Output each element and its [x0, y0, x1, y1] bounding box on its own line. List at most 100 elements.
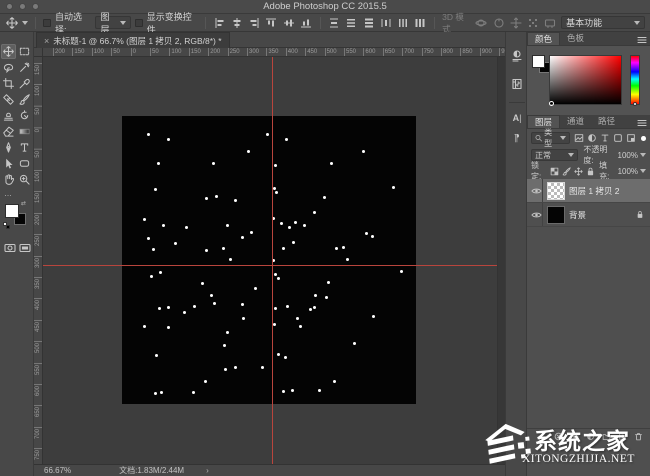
foreground-color-swatch[interactable] [5, 204, 19, 218]
layer-list-empty-area[interactable] [527, 227, 650, 428]
hand-tool[interactable] [1, 172, 16, 187]
history-brush-tool[interactable] [17, 108, 32, 123]
layer-row-selected[interactable]: 图层 1 拷贝 2 [527, 179, 650, 203]
zoom-level[interactable]: 66.67% [44, 466, 71, 475]
distribute-horizontal-centers-icon[interactable] [397, 16, 410, 29]
tool-preset-caret[interactable] [22, 20, 29, 25]
eraser-tool[interactable] [1, 124, 16, 139]
pen-tool[interactable] [1, 140, 16, 155]
adjustments-panel-icon[interactable] [509, 48, 525, 64]
workspace-value: 基本功能 [566, 18, 603, 28]
close-tab-icon[interactable]: × [44, 36, 49, 46]
color-foreground-swatch[interactable] [532, 55, 545, 68]
canvas-area[interactable] [43, 57, 497, 464]
screen-mode-button[interactable] [17, 240, 32, 255]
hue-slider-cursor[interactable] [633, 102, 637, 106]
tab-color[interactable]: 颜色 [527, 32, 561, 45]
auto-select-dropdown[interactable]: 图层 [95, 12, 132, 35]
tab-channels[interactable]: 通道 [560, 115, 591, 128]
brush-tool[interactable] [17, 92, 32, 107]
layer-name[interactable]: 背景 [569, 209, 632, 221]
libraries-panel-icon[interactable] [509, 76, 525, 92]
saturation-brightness-field[interactable] [549, 55, 622, 106]
filter-pixel-layers-icon[interactable] [573, 133, 583, 144]
swap-colors-icon[interactable]: ⇄ [21, 200, 26, 207]
lock-pixels-icon[interactable] [561, 166, 571, 177]
layer-thumbnail[interactable] [547, 205, 565, 224]
visibility-eye-icon[interactable] [530, 179, 543, 202]
ruler-label: 900 [479, 48, 492, 56]
filter-type-layers-icon[interactable] [600, 133, 610, 144]
3d-slide-icon[interactable] [527, 16, 540, 29]
healing-brush-tool[interactable] [1, 92, 16, 107]
color-field-cursor[interactable] [549, 101, 554, 106]
filter-adjustment-layers-icon[interactable] [587, 133, 597, 144]
zoom-tool[interactable] [17, 172, 32, 187]
lasso-tool[interactable] [1, 60, 16, 75]
lock-all-icon[interactable] [585, 166, 595, 177]
edit-toolbar-ellipsis[interactable]: … [4, 189, 13, 198]
status-arrow-icon[interactable]: › [206, 466, 209, 475]
marquee-tool[interactable] [17, 44, 32, 59]
opacity-dropdown[interactable]: 100% [618, 151, 646, 160]
distribute-vertical-centers-icon[interactable] [345, 16, 358, 29]
clone-stamp-tool[interactable] [1, 108, 16, 123]
layer-row-background[interactable]: 背景 [527, 203, 650, 227]
filter-smart-objects-icon[interactable] [626, 133, 636, 144]
type-tool[interactable] [17, 140, 32, 155]
panel-menu-icon[interactable] [637, 36, 647, 44]
layer-filter-dropdown[interactable]: 类型 [531, 128, 571, 148]
crop-tool[interactable] [1, 76, 16, 91]
tab-paths[interactable]: 路径 [591, 115, 622, 128]
panel-menu-icon[interactable] [637, 119, 647, 127]
quick-select-tool[interactable] [17, 60, 32, 75]
lock-position-icon[interactable] [573, 166, 583, 177]
align-left-edges-icon[interactable] [213, 16, 226, 29]
lock-transparent-icon[interactable] [549, 166, 559, 177]
character-panel-icon[interactable]: A | [509, 110, 525, 126]
3d-roll-icon[interactable] [492, 16, 505, 29]
document-tab[interactable]: × 未标题-1 @ 66.7% (图层 1 拷贝 2, RGB/8*) * [36, 32, 230, 48]
guide-horizontal[interactable] [43, 265, 497, 266]
eyedropper-tool[interactable] [17, 76, 32, 91]
hue-slider[interactable] [630, 55, 640, 106]
auto-select-checkbox[interactable] [43, 18, 51, 27]
show-transform-checkbox[interactable] [135, 18, 143, 27]
direct-select-tool[interactable] [1, 156, 16, 171]
distribute-bottom-edges-icon[interactable] [362, 16, 375, 29]
workspace-dropdown[interactable]: 基本功能 [561, 16, 645, 29]
align-bottom-edges-icon[interactable] [299, 16, 312, 29]
gradient-tool[interactable] [17, 124, 32, 139]
layer-thumbnail[interactable] [547, 181, 565, 200]
filter-shape-layers-icon[interactable] [613, 133, 623, 144]
fill-dropdown[interactable]: 100% [618, 167, 647, 176]
3d-orbit-icon[interactable] [475, 16, 488, 29]
distribute-left-edges-icon[interactable] [379, 16, 392, 29]
canvas[interactable] [122, 116, 416, 404]
distribute-right-edges-icon[interactable] [414, 16, 427, 29]
filter-toggle-icon[interactable] [641, 135, 647, 141]
align-vertical-centers-icon[interactable] [282, 16, 295, 29]
visibility-eye-icon[interactable] [530, 203, 543, 226]
default-colors-icon[interactable] [3, 222, 10, 229]
canvas-dot [183, 311, 186, 314]
ruler-vertical[interactable]: 150 100 50 0 50 100 150 200 250 300 350 400 450 500 55… [34, 57, 43, 464]
align-horizontal-centers-icon[interactable] [230, 16, 243, 29]
vertical-scrollbar[interactable] [497, 57, 505, 464]
3d-scale-icon[interactable] [544, 16, 557, 29]
guide-vertical[interactable] [272, 57, 273, 464]
canvas-dot [159, 271, 162, 274]
align-right-edges-icon[interactable] [247, 16, 260, 29]
move-tool-icon[interactable] [5, 16, 18, 29]
3d-pan-icon[interactable] [509, 16, 522, 29]
ruler-horizontal[interactable]: 200 150 100 50 0 50 100 150 200 250 300 350 400 450 50… [43, 48, 505, 57]
move-tool[interactable] [1, 44, 16, 59]
paragraph-panel-icon[interactable]: ¶ [509, 130, 525, 146]
shape-tool[interactable] [17, 156, 32, 171]
align-top-edges-icon[interactable] [265, 16, 278, 29]
distribute-top-edges-icon[interactable] [328, 16, 341, 29]
quick-mask-button[interactable] [2, 240, 17, 255]
layer-name[interactable]: 图层 1 拷贝 2 [569, 185, 647, 197]
tab-swatches[interactable]: 色板 [560, 32, 591, 45]
ruler-corner[interactable] [34, 48, 43, 57]
